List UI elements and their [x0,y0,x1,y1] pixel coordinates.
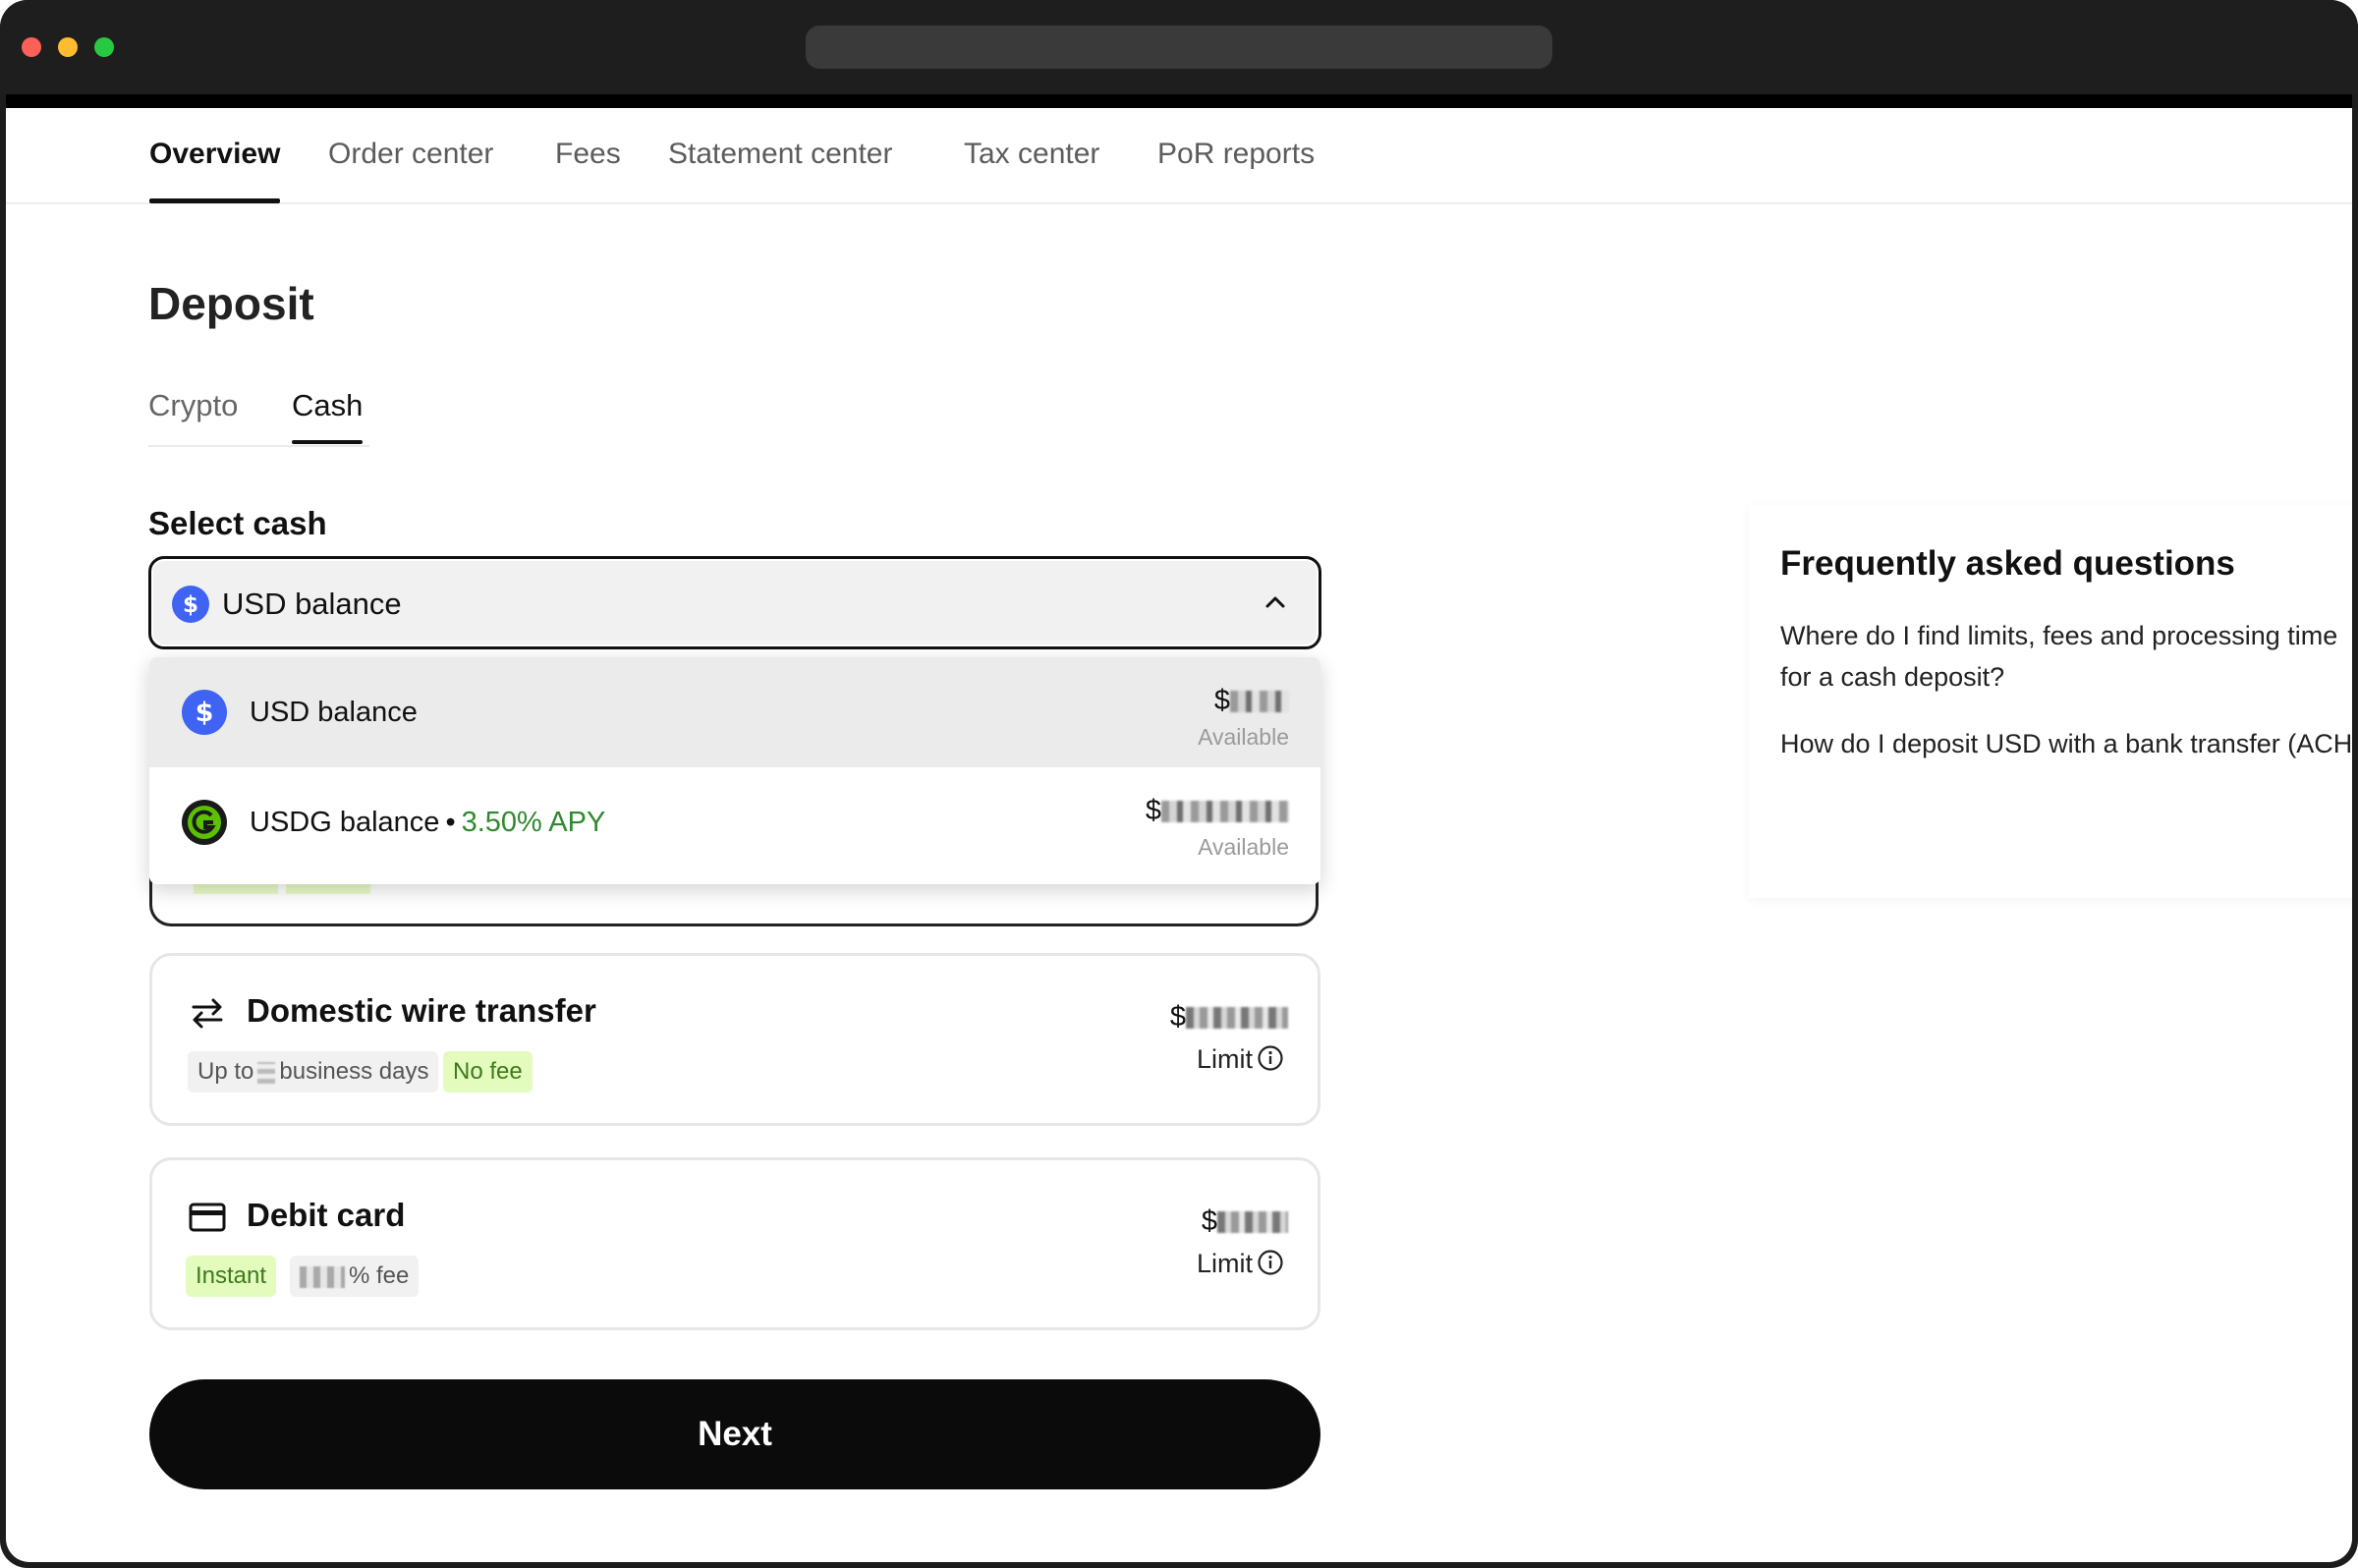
minimize-window-button[interactable] [58,37,78,57]
speed-tag: Instant [186,1256,277,1297]
faq-question-limits[interactable]: Where do I find limits, fees and process… [1780,615,2352,698]
available-label: Available [1198,724,1289,750]
usdg-coin-icon [181,799,228,851]
faq-question-bank-transfer[interactable]: How do I deposit USD with a bank transfe… [1780,723,2352,764]
chevron-up-icon [1262,588,1289,616]
domestic-wire-card[interactable]: Domestic wire transfer Up to business day… [149,953,1320,1126]
tab-statement-center[interactable]: Statement center [668,138,892,171]
maximize-window-button[interactable] [94,37,114,57]
credit-card-icon [188,1198,227,1242]
header-strip [6,94,2352,108]
svg-text:$: $ [196,698,214,728]
title-bar [0,0,2358,94]
debit-card-card[interactable]: Debit card Instant % fee $ Limit [149,1157,1320,1330]
account-nav: Overview Order center Fees Statement cen… [6,108,2352,204]
transfer-arrows-icon [188,993,227,1037]
close-window-button[interactable] [22,37,41,57]
tab-order-center[interactable]: Order center [328,138,493,171]
wire-limit-amount: $ [1170,1001,1288,1034]
next-button[interactable]: Next [149,1379,1320,1489]
cash-select[interactable]: $ USD balance [148,556,1321,649]
available-label: Available [1198,834,1289,860]
info-icon[interactable] [1257,1044,1284,1079]
tab-fees[interactable]: Fees [555,138,621,171]
card-title: Domestic wire transfer [247,992,596,1029]
fee-tag: No fee [443,1051,533,1092]
select-cash-label: Select cash [148,505,327,541]
svg-text:$: $ [183,592,198,618]
usdg-available-amount: $ [1146,795,1289,827]
info-icon[interactable] [1257,1249,1284,1283]
page-title: Deposit [148,278,314,329]
option-usd-balance[interactable]: $ USD balance $ Available [149,657,1320,767]
faq-title: Frequently asked questions [1780,544,2235,583]
dollar-coin-icon: $ [181,689,228,741]
cash-dropdown: $ USD balance $ Available USDG balance • 3… [149,657,1320,884]
processing-time-tag: Up to business days [188,1051,439,1092]
faq-panel: Frequently asked questions Where do I fi… [1749,505,2352,898]
browser-window: Overview Order center Fees Statement cen… [0,0,2358,1568]
debit-limit-amount: $ [1202,1205,1288,1238]
tab-por-reports[interactable]: PoR reports [1157,138,1315,171]
option-label: USDG balance • 3.50% APY [250,807,606,838]
apy-rate: 3.50% APY [461,807,606,838]
dollar-coin-icon: $ [171,585,210,629]
limit-label[interactable]: Limit [1197,1044,1284,1079]
selected-cash-value: USD balance [222,587,402,621]
subtab-cash[interactable]: Cash [292,388,364,444]
subtab-crypto[interactable]: Crypto [148,388,238,423]
tab-overview[interactable]: Overview [149,138,281,203]
usd-available-amount: $ [1214,685,1289,717]
subtab-divider [148,445,369,447]
address-bar[interactable] [806,26,1552,69]
limit-label[interactable]: Limit [1197,1249,1284,1283]
option-usdg-balance[interactable]: USDG balance • 3.50% APY $ Available [149,767,1320,877]
deposit-page: Overview Order center Fees Statement cen… [6,108,2352,1562]
card-title: Debit card [247,1197,406,1233]
option-label: USD balance [250,697,418,728]
fee-tag: % fee [290,1256,420,1297]
tab-tax-center[interactable]: Tax center [964,138,1099,171]
